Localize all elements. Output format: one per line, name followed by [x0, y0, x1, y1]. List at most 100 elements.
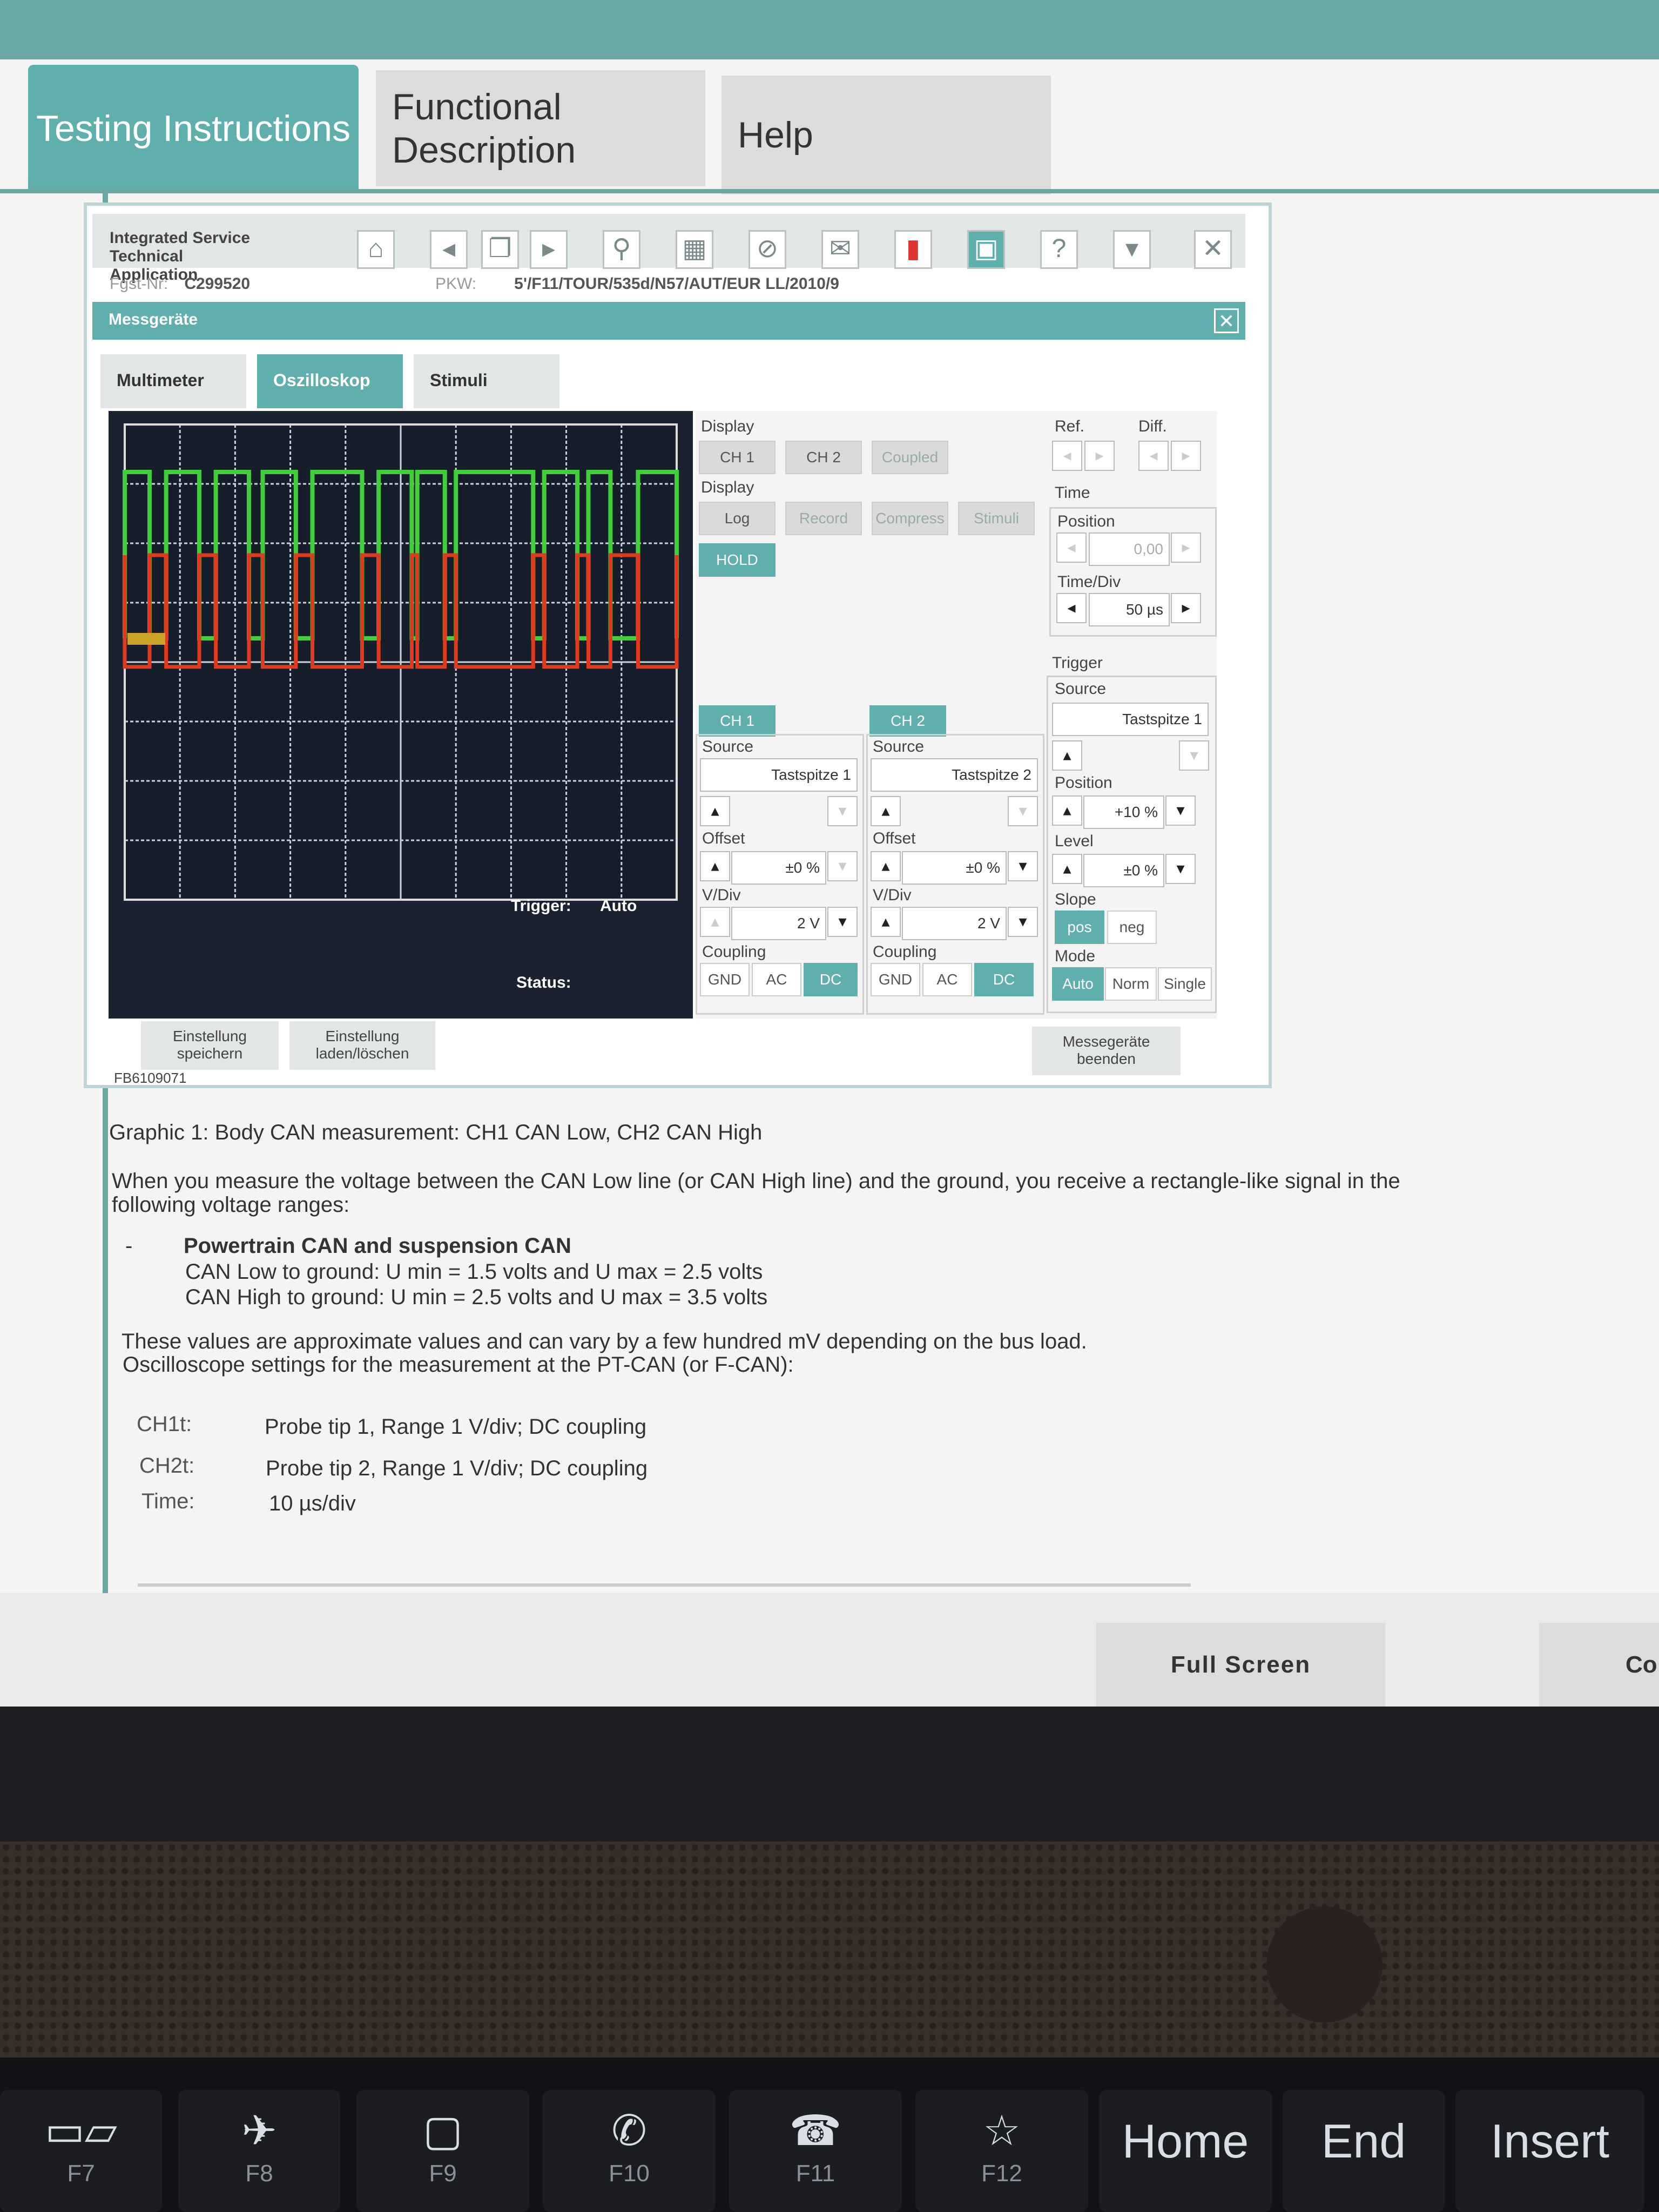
trigger-level-down-arrow-icon[interactable]: ▾ — [1165, 854, 1196, 884]
display-ch2-button[interactable]: CH 2 — [785, 441, 862, 474]
battery-icon[interactable]: ▮ — [894, 230, 932, 269]
key-insert[interactable]: Insert — [1455, 2090, 1644, 2212]
tab-functional-description[interactable]: Functional Description — [376, 70, 705, 186]
minimize-icon[interactable]: ▾ — [1113, 230, 1151, 269]
ch2-source-down-arrow-icon[interactable]: ▾ — [1008, 796, 1038, 826]
pkw-info: PKW: 5'/F11/TOUR/535d/N57/AUT/EUR LL/2010… — [435, 275, 839, 293]
mode-norm-button[interactable]: Norm — [1105, 967, 1157, 1001]
back-icon[interactable]: ◂ — [430, 230, 468, 269]
ref-right-arrow-icon[interactable]: ▸ — [1084, 441, 1115, 471]
ch1-coupling-label: Coupling — [702, 943, 766, 961]
trigger-position-label: Position — [1055, 774, 1112, 792]
diff-label: Diff. — [1138, 417, 1167, 435]
key-end[interactable]: End — [1283, 2090, 1445, 2212]
ch1-source-label: Source — [702, 738, 754, 756]
key-f9[interactable]: ▢ F9 — [356, 2090, 529, 2212]
subtab-stimuli[interactable]: Stimuli — [414, 354, 559, 408]
ch1-source-field[interactable]: Tastspitze 1 — [700, 758, 858, 792]
ref-left-arrow-icon[interactable]: ◂ — [1052, 441, 1082, 471]
record-button[interactable]: Record — [785, 502, 862, 535]
key-f7[interactable]: ▭▱ F7 — [0, 2090, 162, 2212]
scroll-track[interactable] — [138, 1583, 1191, 1587]
save-settings-button[interactable]: Einstellung speichern — [141, 1021, 279, 1070]
subtab-multimeter[interactable]: Multimeter — [100, 354, 246, 408]
tab-help[interactable]: Help — [721, 76, 1051, 194]
key-f10[interactable]: ✆ F10 — [543, 2090, 716, 2212]
display-coupled-button[interactable]: Coupled — [872, 441, 948, 474]
ch1-gnd-button[interactable]: GND — [700, 963, 750, 996]
key-f12[interactable]: ☆ F12 — [915, 2090, 1088, 2212]
time-div-left-arrow-icon[interactable]: ◂ — [1056, 593, 1087, 623]
key-f11[interactable]: ☎ F11 — [729, 2090, 902, 2212]
end-measuring-button[interactable]: Messegeräte beenden — [1032, 1027, 1181, 1075]
ch1-vdiv-down-arrow-icon[interactable]: ▾ — [827, 907, 858, 937]
slope-neg-button[interactable]: neg — [1107, 911, 1157, 944]
ch2-offset-up-arrow-icon[interactable]: ▴ — [871, 851, 901, 881]
diff-right-arrow-icon[interactable]: ▸ — [1171, 441, 1201, 471]
time-div-right-arrow-icon[interactable]: ▸ — [1171, 593, 1201, 623]
diff-left-arrow-icon[interactable]: ◂ — [1138, 441, 1169, 471]
stimuli-button[interactable]: Stimuli — [958, 502, 1035, 535]
trigger-position-field[interactable]: +10 % — [1083, 795, 1164, 829]
link-icon[interactable]: ⊘ — [748, 230, 786, 269]
display-ch1-button[interactable]: CH 1 — [699, 441, 775, 474]
wrench-icon[interactable]: ⚲ — [603, 230, 640, 269]
ch2-ac-button[interactable]: AC — [922, 963, 972, 996]
time-div-label: Time/Div — [1057, 573, 1121, 591]
ch2-source-up-arrow-icon[interactable]: ▴ — [871, 796, 901, 826]
pages-icon[interactable]: ❐ — [481, 230, 519, 269]
trigger-source-field[interactable]: Tastspitze 1 — [1052, 703, 1209, 736]
measure-icon[interactable]: ▣ — [967, 230, 1005, 269]
ch1-ac-button[interactable]: AC — [752, 963, 801, 996]
ch2-vdiv-field[interactable]: 2 V — [902, 907, 1007, 940]
slope-pos-button[interactable]: pos — [1055, 911, 1104, 944]
full-screen-button[interactable]: Full Screen — [1096, 1623, 1385, 1707]
mode-single-button[interactable]: Single — [1158, 967, 1212, 1001]
compress-button[interactable]: Compress — [872, 502, 948, 535]
mail-icon[interactable]: ✉ — [821, 230, 859, 269]
mode-auto-button[interactable]: Auto — [1052, 967, 1104, 1001]
trigger-position-up-arrow-icon[interactable]: ▴ — [1052, 795, 1082, 826]
trigger-source-label: Source — [1055, 680, 1107, 698]
log-button[interactable]: Log — [699, 502, 775, 535]
load-settings-button[interactable]: Einstellung laden/löschen — [289, 1021, 435, 1070]
ch2-vdiv-down-arrow-icon[interactable]: ▾ — [1008, 907, 1038, 937]
trigger-source-up-arrow-icon[interactable]: ▴ — [1052, 740, 1082, 771]
ch1-source-down-arrow-icon[interactable]: ▾ — [827, 796, 858, 826]
ch1-offset-down-arrow-icon[interactable]: ▾ — [827, 851, 858, 881]
trigger-level-field[interactable]: ±0 % — [1083, 854, 1164, 887]
ch2-header[interactable]: CH 2 — [869, 705, 946, 737]
diagnosis-icon[interactable]: ▦ — [676, 230, 713, 269]
tab-testing-instructions[interactable]: Testing Instructions — [28, 65, 359, 192]
ch1-source-up-arrow-icon[interactable]: ▴ — [700, 796, 730, 826]
ch2-offset-field[interactable]: ±0 % — [902, 851, 1007, 885]
forward-icon[interactable]: ▸ — [530, 230, 568, 269]
hold-button[interactable]: HOLD — [699, 543, 775, 577]
ch1-header[interactable]: CH 1 — [699, 705, 775, 737]
trigger-level-up-arrow-icon[interactable]: ▴ — [1052, 854, 1082, 884]
ch2-vdiv-up-arrow-icon[interactable]: ▴ — [871, 907, 901, 937]
trigger-position-down-arrow-icon[interactable]: ▾ — [1165, 795, 1196, 826]
subtab-oszilloskop[interactable]: Oszilloskop — [257, 354, 403, 408]
ch1-vdiv-up-arrow-icon[interactable]: ▴ — [700, 907, 730, 937]
time-position-left-arrow-icon[interactable]: ◂ — [1056, 532, 1087, 563]
ch1-offset-up-arrow-icon[interactable]: ▴ — [700, 851, 730, 881]
ch1-vdiv-field[interactable]: 2 V — [731, 907, 826, 940]
time-div-field[interactable]: 50 µs — [1089, 593, 1170, 626]
help-icon[interactable]: ? — [1040, 230, 1078, 269]
ch1-dc-button[interactable]: DC — [804, 963, 858, 996]
time-position-field[interactable]: 0,00 — [1089, 532, 1170, 566]
time-position-right-arrow-icon[interactable]: ▸ — [1171, 532, 1201, 563]
ch2-source-field[interactable]: Tastspitze 2 — [871, 758, 1038, 792]
ch2-dc-button[interactable]: DC — [974, 963, 1034, 996]
home-icon[interactable]: ⌂ — [357, 230, 395, 269]
trigger-source-down-arrow-icon[interactable]: ▾ — [1179, 740, 1209, 771]
ch2-offset-down-arrow-icon[interactable]: ▾ — [1008, 851, 1038, 881]
continue-button[interactable]: Co — [1539, 1623, 1659, 1707]
close-icon[interactable]: ✕ — [1194, 230, 1232, 269]
messgeraete-close-icon[interactable]: ✕ — [1214, 308, 1239, 333]
key-f8[interactable]: ✈ F8 — [178, 2090, 340, 2212]
ch2-gnd-button[interactable]: GND — [871, 963, 920, 996]
key-home[interactable]: Home — [1099, 2090, 1272, 2212]
ch1-offset-field[interactable]: ±0 % — [731, 851, 826, 885]
